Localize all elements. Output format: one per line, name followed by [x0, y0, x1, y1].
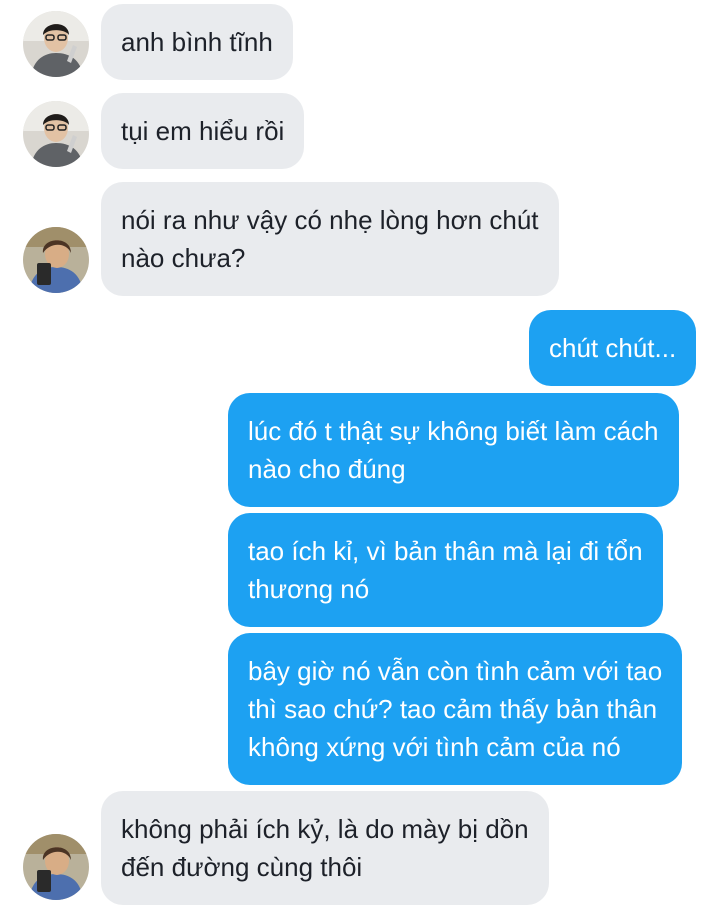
message-bubble-incoming[interactable]: nói ra như vậy có nhẹ lòng hơn chút nào …	[101, 182, 559, 296]
message-bubble-outgoing[interactable]: lúc đó t thật sự không biết làm cách nào…	[228, 393, 679, 507]
message-bubble-incoming[interactable]: tụi em hiểu rồi	[101, 93, 305, 169]
contact-a-avatar[interactable]	[23, 101, 89, 167]
person-selfie-avatar-icon	[23, 834, 89, 900]
contact-b-avatar[interactable]	[23, 227, 89, 293]
contact-b-avatar[interactable]	[23, 834, 89, 900]
message-bubble-incoming[interactable]: không phải ích kỷ, là do mày bị dồn đến …	[101, 791, 549, 905]
contact-a-avatar[interactable]	[23, 11, 89, 77]
message-bubble-outgoing[interactable]: bây giờ nó vẫn còn tình cảm với tao thì …	[228, 633, 683, 785]
person-glasses-avatar-icon	[23, 101, 89, 167]
person-glasses-avatar-icon	[23, 11, 89, 77]
message-bubble-incoming[interactable]: anh bình tĩnh	[101, 4, 293, 80]
person-selfie-avatar-icon	[23, 227, 89, 293]
message-bubble-outgoing[interactable]: chút chút...	[529, 310, 697, 386]
message-bubble-outgoing[interactable]: tao ích kỉ, vì bản thân mà lại đi tổn th…	[228, 513, 663, 627]
